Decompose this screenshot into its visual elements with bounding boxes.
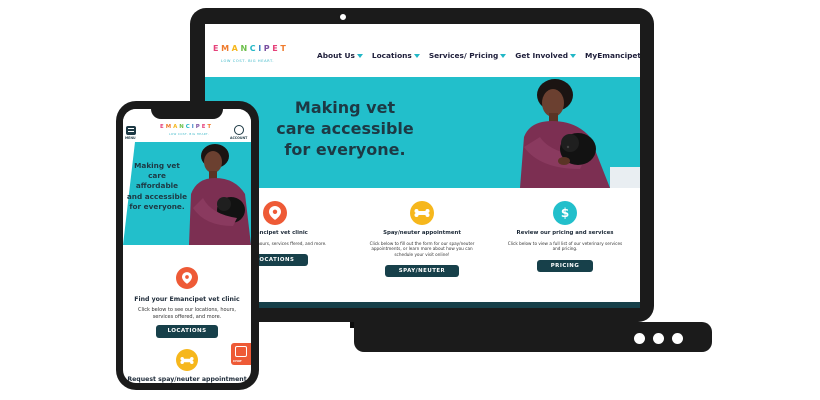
- hero-photo-woman-with-dog: [510, 77, 640, 188]
- card-title: Review our pricing and services: [516, 230, 614, 236]
- dollar-icon: $: [553, 201, 577, 225]
- logo-letter: E: [213, 44, 222, 53]
- desktop-hero: Making vet care accessible for everyone.: [205, 77, 640, 188]
- chat-icon: [235, 346, 247, 357]
- location-pin-icon: [263, 201, 287, 225]
- logo-letter: N: [240, 44, 250, 53]
- brand-logo[interactable]: EMANCIPET: [213, 44, 288, 53]
- nav-get-involved[interactable]: Get Involved: [515, 51, 577, 60]
- chevron-down-icon: [413, 53, 420, 58]
- mobile-services-section: Find your Emancipet vet clinic Click bel…: [123, 245, 251, 383]
- mobile-site: MENU EMANCIPET LOW COST. BIG HEART. ACCO…: [123, 109, 251, 383]
- bone-icon: [410, 201, 434, 225]
- brand-tagline: LOW COST. BIG HEART.: [169, 132, 209, 136]
- chat-label: CHAT: [233, 359, 242, 363]
- logo-letter: T: [207, 124, 214, 130]
- logo-letter: M: [165, 124, 174, 130]
- card-title: Spay/neuter appointment: [383, 230, 461, 236]
- laptop-camera: [338, 12, 348, 22]
- nav-locations[interactable]: Locations: [372, 51, 420, 60]
- bone-icon: [176, 349, 198, 371]
- account-icon[interactable]: [234, 125, 244, 135]
- base-dot-2: [653, 333, 664, 344]
- card-pricing: $ Review our pricing and services Click …: [505, 201, 625, 272]
- clinic-desc: Click below to see our locations, hours,…: [138, 307, 236, 320]
- logo-letter: M: [221, 44, 232, 53]
- phone-notch: [151, 104, 223, 119]
- chevron-down-icon: [500, 53, 507, 58]
- desktop-header: EMANCIPET LOW COST. BIG HEART. About Us …: [205, 24, 640, 77]
- locations-button[interactable]: LOCATIONS: [156, 325, 218, 338]
- card-spay-neuter: Spay/neuter appointment Click below to f…: [362, 201, 482, 278]
- base-dot-1: [634, 333, 645, 344]
- main-nav: About Us Locations Services/ Pricing Get…: [317, 51, 640, 60]
- chevron-down-icon: [570, 53, 577, 58]
- logo-letter: T: [280, 44, 289, 53]
- logo-letter: C: [249, 44, 259, 53]
- clinic-title: Find your Emancipet vet clinic: [134, 296, 240, 303]
- hero-title: Making vet care accessible for everyone.: [276, 98, 414, 159]
- chat-button[interactable]: CHAT: [231, 343, 251, 365]
- card-desc: Click below to fill out the form for our…: [369, 241, 475, 257]
- desktop-site: EMANCIPET LOW COST. BIG HEART. About Us …: [205, 24, 640, 308]
- desktop-services-section: r Emancipet vet clinic e our locations, …: [205, 188, 640, 303]
- nav-myemancipet[interactable]: MyEmancipet: [585, 51, 640, 60]
- footer-strip: [205, 302, 640, 308]
- spay-title: Request spay/neuter appointment: [127, 376, 247, 383]
- spay-neuter-button[interactable]: SPAY/NEUTER: [384, 265, 460, 278]
- nav-services-pricing[interactable]: Services/ Pricing: [429, 51, 507, 60]
- menu-label: MENU: [125, 136, 136, 140]
- hero-title: Making vet care affordable and accessibl…: [126, 161, 188, 211]
- location-pin-icon: [176, 267, 198, 289]
- mobile-hero: Making vet care affordable and accessibl…: [123, 142, 251, 245]
- hamburger-menu-icon[interactable]: [126, 126, 136, 135]
- card-desc: Click below to view a full list of our v…: [507, 241, 623, 252]
- pricing-button[interactable]: PRICING: [536, 259, 594, 272]
- nav-about-us[interactable]: About Us: [317, 51, 363, 60]
- brand-tagline: LOW COST. BIG HEART.: [221, 59, 275, 63]
- logo-letter: P: [263, 44, 273, 53]
- base-dot-3: [672, 333, 683, 344]
- brand-logo[interactable]: EMANCIPET: [160, 124, 213, 130]
- account-label: ACCOUNT: [230, 136, 248, 140]
- chevron-down-icon: [356, 53, 363, 58]
